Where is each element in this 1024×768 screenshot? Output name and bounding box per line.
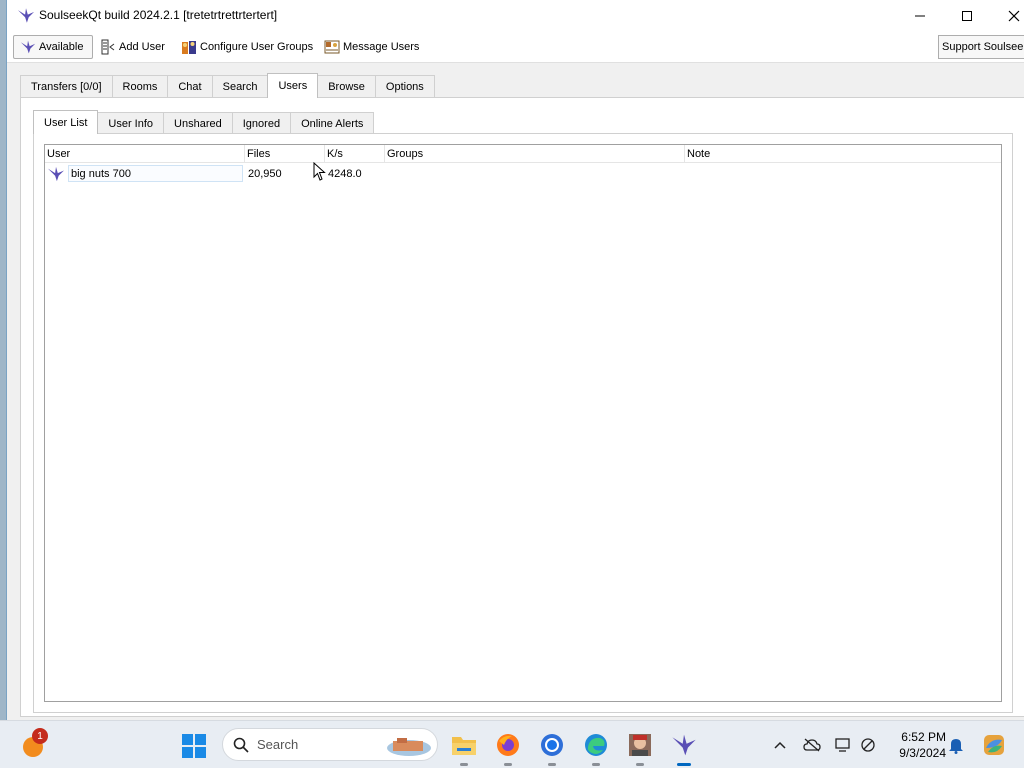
column-header-groups[interactable]: Groups xyxy=(385,145,685,162)
notifications-button[interactable] xyxy=(946,735,966,755)
subtab-ignored[interactable]: Ignored xyxy=(231,112,292,134)
network-icon xyxy=(835,738,850,752)
configure-user-groups-button[interactable]: Configure User Groups xyxy=(177,35,317,59)
table-row[interactable]: big nuts 700 20,950 4248.0 xyxy=(45,164,1001,183)
user-groups-icon xyxy=(182,41,196,54)
user-list-table[interactable]: User Files K/s Groups Note big nuts 700 xyxy=(44,144,1002,702)
taskbar: 1 Search 6:52 PM 9/3/2024 xyxy=(0,720,1024,768)
message-users-icon xyxy=(324,40,340,54)
soulseek-bird-icon xyxy=(48,166,64,181)
chevron-up-icon xyxy=(774,741,786,749)
cell-user[interactable]: big nuts 700 xyxy=(47,164,243,183)
subtab-user-list[interactable]: User List xyxy=(33,110,99,134)
subtab-unshared[interactable]: Unshared xyxy=(163,112,233,134)
copilot-button[interactable] xyxy=(982,733,1006,757)
system-clock[interactable]: 6:52 PM 9/3/2024 xyxy=(880,729,946,761)
tab-transfers[interactable]: Transfers [0/0] xyxy=(20,75,113,98)
show-hidden-icons-button[interactable] xyxy=(770,735,790,755)
cloud-offline-icon xyxy=(803,738,821,752)
mouse-cursor-icon xyxy=(313,162,326,181)
soulseek-window: SoulseekQt build 2024.2.1 [tretetrtrettr… xyxy=(6,0,1024,720)
configure-user-groups-label: Configure User Groups xyxy=(200,41,314,53)
users-tab-panel: User List User Info Unshared Ignored Onl… xyxy=(20,97,1024,717)
close-icon xyxy=(1008,10,1020,21)
main-area: Transfers [0/0] Rooms Chat Search Users … xyxy=(7,63,1024,720)
cell-files: 20,950 xyxy=(248,167,282,180)
tab-browse[interactable]: Browse xyxy=(317,75,376,98)
support-soulseek-label: Support Soulseek xyxy=(942,41,1024,53)
minimize-button[interactable] xyxy=(897,0,943,31)
tab-options[interactable]: Options xyxy=(374,75,435,98)
soulseek-bird-icon xyxy=(20,40,36,54)
running-indicator xyxy=(548,763,556,766)
taskbar-app-chrome[interactable] xyxy=(536,729,568,766)
title-bar: SoulseekQt build 2024.2.1 [tretetrtrettr… xyxy=(7,0,1024,31)
weather-widget[interactable]: 1 xyxy=(18,728,48,761)
subtab-user-info[interactable]: User Info xyxy=(97,112,165,134)
windows-logo-icon xyxy=(182,734,206,758)
toolbar: Available Add User Configure User Groups xyxy=(7,31,1024,63)
maximize-button[interactable] xyxy=(944,0,990,31)
user-name: big nuts 700 xyxy=(68,165,243,182)
subtab-online-alerts[interactable]: Online Alerts xyxy=(290,112,375,134)
copilot-icon xyxy=(984,735,1004,755)
notification-badge: 1 xyxy=(32,728,48,744)
taskbar-app-edge[interactable] xyxy=(580,729,612,766)
column-header-note[interactable]: Note xyxy=(685,145,1001,162)
add-user-label: Add User xyxy=(119,41,165,53)
start-button[interactable] xyxy=(181,733,207,759)
running-indicator xyxy=(460,763,468,766)
available-status-button[interactable]: Available xyxy=(13,35,93,59)
volume-muted-icon xyxy=(861,738,875,752)
chrome-icon xyxy=(541,734,563,756)
running-indicator xyxy=(504,763,512,766)
column-header-user[interactable]: User xyxy=(45,145,245,162)
clock-date: 9/3/2024 xyxy=(899,746,946,760)
tab-chat[interactable]: Chat xyxy=(167,75,213,98)
taskbar-search[interactable]: Search xyxy=(222,728,438,761)
tray-volume[interactable] xyxy=(858,735,878,755)
close-button[interactable] xyxy=(991,0,1024,31)
message-users-button[interactable]: Message Users xyxy=(320,35,423,59)
main-tabs: Transfers [0/0] Rooms Chat Search Users … xyxy=(20,73,435,98)
available-label: Available xyxy=(39,41,84,53)
running-indicator xyxy=(636,763,644,766)
column-header-files[interactable]: Files xyxy=(245,145,325,162)
tab-search[interactable]: Search xyxy=(211,75,269,98)
clock-time: 6:52 PM xyxy=(901,730,946,744)
firefox-icon xyxy=(497,734,519,756)
tab-rooms[interactable]: Rooms xyxy=(111,75,169,98)
maximize-icon xyxy=(962,10,972,21)
soulseek-bird-icon xyxy=(672,734,696,756)
search-icon xyxy=(233,737,249,753)
column-header-kbs[interactable]: K/s xyxy=(325,145,385,162)
running-indicator xyxy=(592,763,600,766)
user-list-panel: User Files K/s Groups Note big nuts 700 xyxy=(33,133,1013,713)
edge-icon xyxy=(585,734,607,756)
search-placeholder: Search xyxy=(257,737,299,752)
taskbar-app-file-explorer[interactable] xyxy=(448,729,480,766)
game-app-icon xyxy=(629,734,651,756)
tab-users[interactable]: Users xyxy=(267,73,319,98)
message-users-label: Message Users xyxy=(343,41,420,53)
folder-icon xyxy=(452,737,476,755)
cell-kbs: 4248.0 xyxy=(328,167,362,180)
table-header: User Files K/s Groups Note xyxy=(45,145,1001,163)
taskbar-app-game[interactable] xyxy=(624,729,656,766)
add-user-icon xyxy=(101,39,115,55)
search-highlight-illustration xyxy=(387,738,431,756)
window-title: SoulseekQt build 2024.2.1 [tretetrtrettr… xyxy=(39,8,278,22)
bell-icon xyxy=(949,739,963,754)
add-user-button[interactable]: Add User xyxy=(96,35,169,59)
users-sub-tabs: User List User Info Unshared Ignored Onl… xyxy=(33,110,375,134)
support-soulseek-button[interactable]: Support Soulseek xyxy=(938,35,1024,59)
active-app-indicator xyxy=(677,763,691,766)
tray-network[interactable] xyxy=(834,735,854,755)
taskbar-app-soulseek[interactable] xyxy=(668,729,700,766)
minimize-icon xyxy=(915,15,925,16)
tray-onedrive[interactable] xyxy=(802,735,822,755)
soulseek-bird-icon xyxy=(17,8,35,23)
taskbar-app-firefox[interactable] xyxy=(492,729,524,766)
